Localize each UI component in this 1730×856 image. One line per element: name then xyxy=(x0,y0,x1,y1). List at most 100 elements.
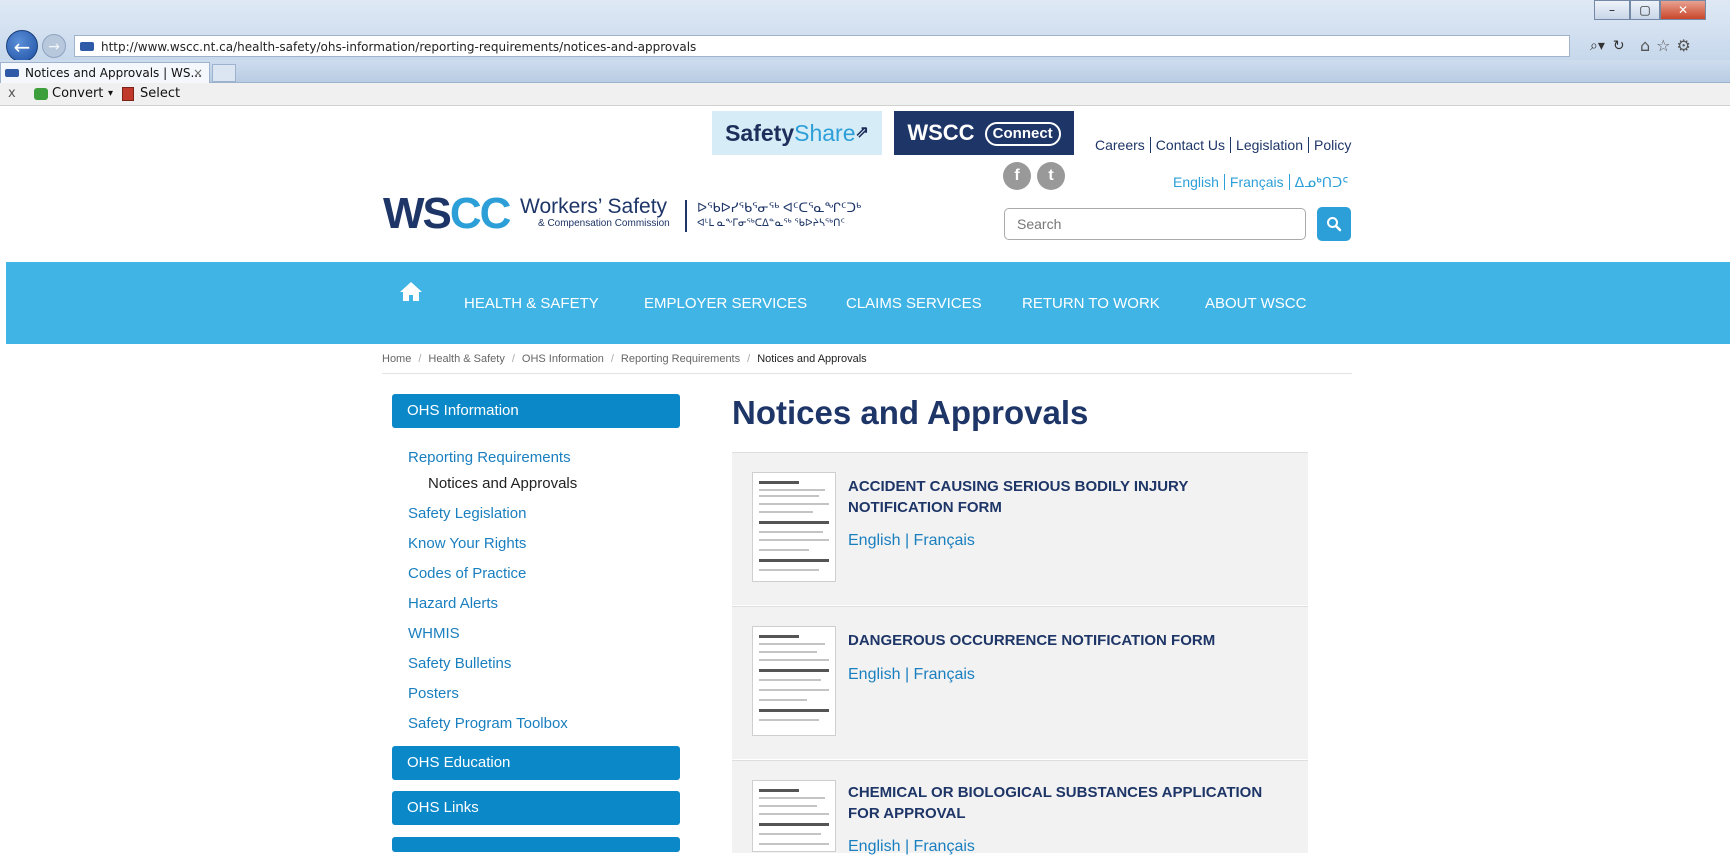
share-arrow-icon: ⇗ xyxy=(855,124,869,141)
favorites-star-icon[interactable]: ☆ xyxy=(1656,36,1670,55)
browser-tab-active[interactable]: Notices and Approvals | WS... × xyxy=(0,62,210,83)
lang-francais-link[interactable]: Français xyxy=(1224,174,1290,190)
search-input[interactable] xyxy=(1004,208,1306,240)
link-separator: | xyxy=(904,532,910,549)
tab-bar xyxy=(0,60,1730,83)
command-bar: x Convert ▾ Select xyxy=(0,83,1730,106)
safetyshare-banner[interactable]: SafetyShare⇗ xyxy=(712,111,882,155)
sidebar-item-safety-legislation[interactable]: Safety Legislation xyxy=(408,505,526,522)
contact-us-link[interactable]: Contact Us xyxy=(1150,137,1232,153)
sidebar-section-next[interactable] xyxy=(392,837,680,852)
search-button[interactable] xyxy=(1317,207,1351,241)
search-icon xyxy=(1327,217,1342,232)
search-dropdown-icon[interactable]: ⌕▾ xyxy=(1590,38,1605,54)
lang-english-link[interactable]: English xyxy=(1168,174,1225,190)
site-favicon-icon xyxy=(80,42,94,51)
tab-title: Notices and Approvals | WS... xyxy=(25,66,202,80)
minimize-button[interactable]: – xyxy=(1594,0,1630,20)
logo-ws: WS xyxy=(383,189,452,238)
address-bar[interactable]: http://www.wscc.nt.ca/health-safety/ohs-… xyxy=(74,35,1570,57)
logo-subtitle: & Compensation Commission xyxy=(538,218,670,229)
form-english-link[interactable]: English xyxy=(848,532,900,549)
logo-divider xyxy=(685,200,687,232)
home-icon[interactable] xyxy=(399,280,423,302)
browser-icons: ⌂ ☆ ⚙ xyxy=(1640,34,1730,58)
form-thumbnail[interactable] xyxy=(752,472,836,582)
tab-favicon-icon xyxy=(5,69,19,77)
sidebar-ohs-education[interactable]: OHS Education xyxy=(392,746,680,780)
maximize-button[interactable]: ▢ xyxy=(1630,0,1660,20)
legislation-link[interactable]: Legislation xyxy=(1231,137,1309,153)
breadcrumb: Home / Health & Safety / OHS Information / Rep… xyxy=(382,353,1352,374)
form-card-links: English | Français xyxy=(848,532,975,550)
sidebar-item-safety-bulletins[interactable]: Safety Bulletins xyxy=(408,655,511,672)
form-card-links: English | Français xyxy=(848,838,975,856)
nav-about-wscc[interactable]: ABOUT WSCC xyxy=(1205,295,1306,312)
nav-health-safety[interactable]: HEALTH & SAFETY xyxy=(464,295,599,312)
breadcrumb-home[interactable]: Home xyxy=(382,353,411,365)
sidebar-item-codes-of-practice[interactable]: Codes of Practice xyxy=(408,565,526,582)
convert-icon xyxy=(34,88,48,100)
sidebar-item-posters[interactable]: Posters xyxy=(408,685,459,702)
nav-claims-services[interactable]: CLAIMS SERVICES xyxy=(846,295,982,312)
wscc-connect-banner[interactable]: WSCC Connect xyxy=(894,111,1074,155)
convert-button[interactable]: Convert xyxy=(52,83,103,105)
address-url: http://www.wscc.nt.ca/health-safety/ohs-… xyxy=(101,40,697,54)
page-title: Notices and Approvals xyxy=(732,394,1089,431)
refresh-icon[interactable]: ↻ xyxy=(1613,38,1625,54)
breadcrumb-current: Notices and Approvals xyxy=(757,353,867,365)
form-francais-link[interactable]: Français xyxy=(914,666,975,683)
forward-button[interactable]: → xyxy=(42,34,66,58)
window-controls: – ▢ ✕ xyxy=(1594,0,1730,20)
form-card-title: DANGEROUS OCCURRENCE NOTIFICATION FORM xyxy=(848,632,1216,649)
convert-dropdown-icon[interactable]: ▾ xyxy=(108,83,113,105)
sidebar-item-hazard-alerts[interactable]: Hazard Alerts xyxy=(408,595,498,612)
form-francais-link[interactable]: Français xyxy=(914,838,975,855)
form-card-links: English | Français xyxy=(848,666,975,684)
home-browser-icon[interactable]: ⌂ xyxy=(1640,36,1650,55)
form-francais-link[interactable]: Français xyxy=(914,532,975,549)
sidebar-item-reporting-requirements[interactable]: Reporting Requirements xyxy=(408,449,571,466)
breadcrumb-health-safety[interactable]: Health & Safety xyxy=(428,353,504,365)
breadcrumb-ohs-information[interactable]: OHS Information xyxy=(522,353,604,365)
wscc-logo[interactable]: WSCC xyxy=(383,192,511,236)
select-button[interactable]: Select xyxy=(140,83,180,105)
sidebar-item-know-your-rights[interactable]: Know Your Rights xyxy=(408,535,526,552)
sidebar-item-whmis[interactable]: WHMIS xyxy=(408,625,460,642)
form-card-title: CHEMICAL OR BIOLOGICAL SUBSTANCES APPLIC… xyxy=(848,784,1263,822)
lang-inuktitut-link[interactable]: ᐃᓄᒃᑎᑐᑦ xyxy=(1290,174,1354,190)
twitter-icon[interactable]: t xyxy=(1037,162,1065,190)
logo-syllabics-line-1: ᐅᖃᐅᓯᖃᕐᓂᖅ ᐊᑦᑕᕐᓇᖏᑦᑐᒃ xyxy=(697,200,862,215)
sidebar-item-safety-program-toolbox[interactable]: Safety Program Toolbox xyxy=(408,715,568,732)
back-button[interactable]: ← xyxy=(6,30,38,62)
wscc-connect-pill: Connect xyxy=(984,122,1061,147)
tab-close-icon[interactable]: × xyxy=(193,63,203,83)
safetyshare-light: Share xyxy=(794,120,856,146)
new-tab-button[interactable] xyxy=(212,64,236,82)
link-separator: | xyxy=(904,838,910,855)
careers-link[interactable]: Careers xyxy=(1090,137,1151,153)
wscc-connect-text: WSCC xyxy=(907,120,975,145)
nav-employer-services[interactable]: EMPLOYER SERVICES xyxy=(644,295,807,312)
facebook-icon[interactable]: f xyxy=(1003,162,1031,190)
logo-cc: CC xyxy=(449,189,512,238)
close-window-button[interactable]: ✕ xyxy=(1660,0,1706,20)
logo-syllabics-line-2: ᐊᒻᒪ ᓇᖕᒥᓂᖅᑕᐃᓐᓇᖅ ᖃᐅᔨᓴᖅᑎᑦ xyxy=(697,218,845,229)
form-thumbnail[interactable] xyxy=(752,780,836,852)
language-links: English Français ᐃᓄᒃᑎᑐᑦ xyxy=(1168,174,1352,194)
form-card-title: ACCIDENT CAUSING SERIOUS BODILY INJURY N… xyxy=(848,478,1189,516)
form-english-link[interactable]: English xyxy=(848,666,900,683)
sidebar-ohs-links[interactable]: OHS Links xyxy=(392,791,680,825)
form-thumbnail[interactable] xyxy=(752,626,836,736)
command-bar-close-icon[interactable]: x xyxy=(8,83,16,105)
settings-gear-icon[interactable]: ⚙ xyxy=(1677,36,1691,55)
form-english-link[interactable]: English xyxy=(848,838,900,855)
breadcrumb-reporting-requirements[interactable]: Reporting Requirements xyxy=(621,353,740,365)
policy-link[interactable]: Policy xyxy=(1309,137,1356,153)
logo-name: Workers’ Safety xyxy=(520,195,668,218)
sidebar-subitem-notices-approvals[interactable]: Notices and Approvals xyxy=(428,475,577,492)
nav-return-to-work[interactable]: RETURN TO WORK xyxy=(1022,295,1160,312)
safetyshare-bold: Safety xyxy=(725,120,795,146)
sidebar-ohs-information[interactable]: OHS Information xyxy=(392,394,680,428)
link-separator: | xyxy=(904,666,910,683)
